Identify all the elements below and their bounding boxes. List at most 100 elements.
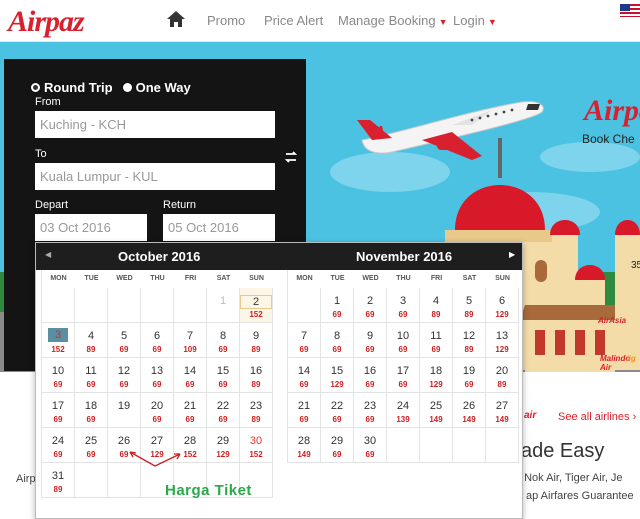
calendar-day-cell[interactable]: 7 69	[288, 323, 321, 358]
next-month-icon[interactable]: ▶	[509, 250, 515, 259]
day-number: 22	[330, 400, 344, 412]
day-number: 29	[216, 435, 230, 447]
calendar-day-cell[interactable]: 14 69	[288, 358, 321, 393]
radio-unchecked-icon[interactable]	[122, 83, 132, 92]
calendar-day-cell[interactable]: 15 69	[207, 358, 240, 393]
calendar-day-cell[interactable]: 15 129	[321, 358, 354, 393]
day-price: 129	[495, 345, 509, 354]
calendar-day-cell[interactable]: 8 69	[207, 323, 240, 358]
calendar-day-cell[interactable]: 4 89	[420, 288, 453, 323]
day-price: 129	[429, 380, 443, 389]
calendar-day-cell[interactable]: 13 69	[141, 358, 174, 393]
calendar-day-cell[interactable]: 21 69	[288, 393, 321, 428]
calendar-day-cell[interactable]: 5 89	[453, 288, 486, 323]
day-price: 69	[299, 380, 309, 389]
calendar-day-cell[interactable]: 23 89	[240, 393, 273, 428]
calendar-day-cell[interactable]: 12 89	[453, 323, 486, 358]
day-number: 17	[396, 365, 410, 377]
prev-month-icon[interactable]: ◀	[45, 250, 51, 259]
calendar-day-cell[interactable]: 16 89	[240, 358, 273, 393]
calendar-day-cell[interactable]: 2 69	[354, 288, 387, 323]
from-label: From	[35, 96, 61, 108]
calendar-day-cell[interactable]: 3 69	[387, 288, 420, 323]
calendar-day-cell[interactable]: 25 149	[420, 393, 453, 428]
calendar-day-cell[interactable]: 10 69	[42, 358, 75, 393]
calendar-day-cell[interactable]: 26 149	[453, 393, 486, 428]
nav-manage-booking[interactable]: Manage Booking ▼	[338, 13, 448, 28]
to-field[interactable]: Kuala Lumpur - KUL	[35, 163, 275, 190]
annotation-arrow-icon	[129, 451, 181, 467]
calendar-empty-cell	[486, 428, 519, 463]
weekday-label: WED	[116, 275, 133, 282]
day-price: 69	[365, 450, 375, 459]
day-number: 9	[252, 330, 260, 342]
calendar-day-cell[interactable]: 20 89	[486, 358, 519, 393]
airpaz-logo[interactable]: Airpaz	[8, 5, 85, 39]
calendar-empty-cell	[420, 428, 453, 463]
day-price: 69	[398, 380, 408, 389]
calendar-day-cell[interactable]: 27 149	[486, 393, 519, 428]
day-price: 69	[218, 345, 228, 354]
calendar-day-cell[interactable]: 29 129	[207, 428, 240, 463]
calendar-day-cell[interactable]: 21 69	[174, 393, 207, 428]
depart-date-field[interactable]: 03 Oct 2016	[35, 214, 147, 241]
calendar-day-cell[interactable]: 30 152	[240, 428, 273, 463]
calendar-day-cell[interactable]: 6 129	[486, 288, 519, 323]
calendar-day-cell[interactable]: 18 69	[75, 393, 108, 428]
day-price: 69	[86, 450, 96, 459]
calendar-day-cell[interactable]: 28 149	[288, 428, 321, 463]
calendar-day-cell[interactable]: 25 69	[75, 428, 108, 463]
calendar-day-cell[interactable]: 4 89	[75, 323, 108, 358]
calendar-day-cell[interactable]: 13 129	[486, 323, 519, 358]
calendar-day-cell[interactable]: 31 89	[42, 463, 75, 498]
calendar-day-cell[interactable]: 7 109	[174, 323, 207, 358]
day-number: 21	[183, 400, 197, 412]
home-icon[interactable]	[166, 10, 186, 28]
from-field[interactable]: Kuching - KCH	[35, 111, 275, 138]
calendar-day-cell[interactable]: 2 152	[240, 288, 273, 323]
day-price: 129	[330, 380, 344, 389]
day-number: 27	[150, 435, 164, 447]
country-flag-icon[interactable]	[620, 4, 640, 17]
calendar-day-cell[interactable]: 29 69	[321, 428, 354, 463]
calendar-day-cell[interactable]: 3 152	[42, 323, 75, 358]
one-way-option[interactable]: One Way	[122, 80, 191, 95]
return-date-field[interactable]: 05 Oct 2016	[163, 214, 275, 241]
see-all-airlines-link[interactable]: See all airlines ›	[558, 411, 636, 423]
calendar-day-cell[interactable]: 5 69	[108, 323, 141, 358]
calendar-empty-cell	[75, 463, 108, 498]
calendar-day-cell[interactable]: 24 69	[42, 428, 75, 463]
calendar-day-cell[interactable]: 18 129	[420, 358, 453, 393]
calendar-day-cell[interactable]: 19 69	[453, 358, 486, 393]
calendar-day-cell[interactable]: 11 69	[75, 358, 108, 393]
nav-price-alert[interactable]: Price Alert	[264, 13, 323, 28]
day-price: 152	[51, 345, 65, 354]
calendar-day-cell[interactable]: 6 69	[141, 323, 174, 358]
calendar-day-cell[interactable]: 16 69	[354, 358, 387, 393]
calendar-day-cell[interactable]: 1 69	[321, 288, 354, 323]
day-number: 20	[495, 365, 509, 377]
calendar-day-cell[interactable]: 17 69	[42, 393, 75, 428]
nav-promo[interactable]: Promo	[207, 13, 245, 28]
calendar-week-row: 14 69 15 129 16 69 17 69 18 129 19 69 20 89	[288, 358, 519, 393]
calendar-day-cell[interactable]: 22 69	[207, 393, 240, 428]
calendar-day-cell[interactable]: 24 139	[387, 393, 420, 428]
calendar-day-cell[interactable]: 20 69	[141, 393, 174, 428]
calendar-day-cell[interactable]: 17 69	[387, 358, 420, 393]
calendar-day-cell[interactable]: 22 69	[321, 393, 354, 428]
calendar-day-cell[interactable]: 23 69	[354, 393, 387, 428]
day-number: 23	[363, 400, 377, 412]
calendar-day-cell[interactable]: 14 69	[174, 358, 207, 393]
calendar-day-cell[interactable]: 9 69	[354, 323, 387, 358]
round-trip-option[interactable]: Round Trip	[31, 80, 113, 95]
calendar-day-cell[interactable]: 11 69	[420, 323, 453, 358]
radio-checked-icon[interactable]	[31, 83, 40, 92]
calendar-day-cell[interactable]: 8 69	[321, 323, 354, 358]
swap-icon[interactable]	[284, 150, 298, 164]
calendar-day-cell[interactable]: 30 69	[354, 428, 387, 463]
calendar-day-cell[interactable]: 10 69	[387, 323, 420, 358]
calendar-day-cell[interactable]: 19	[108, 393, 141, 428]
calendar-day-cell[interactable]: 12 69	[108, 358, 141, 393]
nav-login[interactable]: Login ▼	[453, 13, 497, 28]
calendar-day-cell[interactable]: 9 89	[240, 323, 273, 358]
